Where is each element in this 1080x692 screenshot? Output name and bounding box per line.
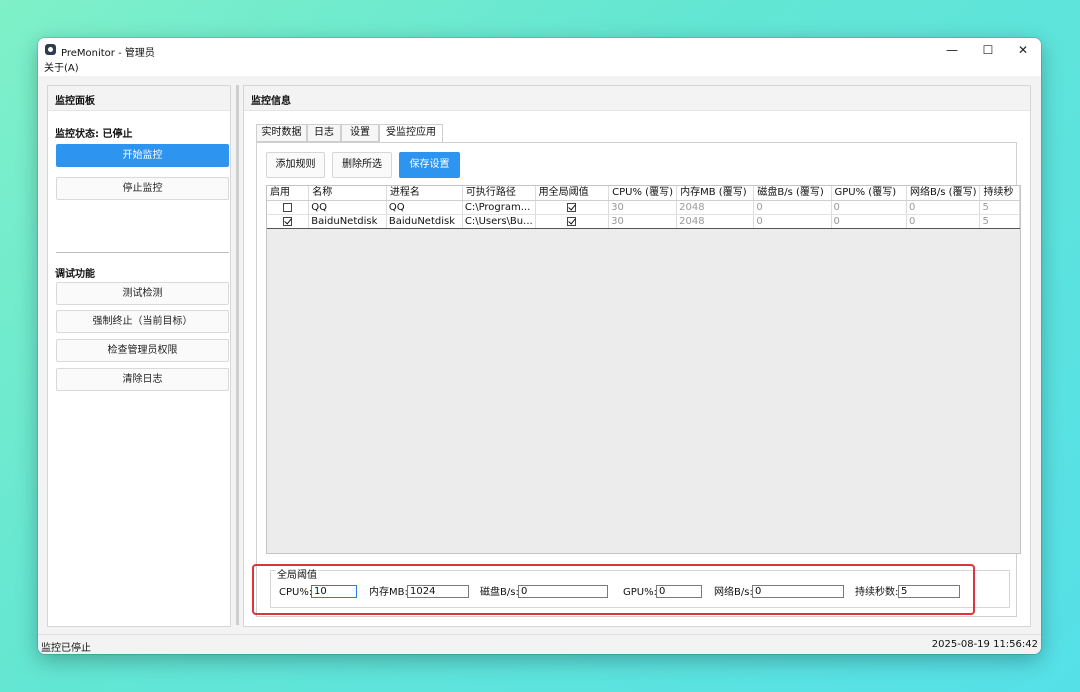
disk-label: 磁盘B/s: xyxy=(480,587,519,598)
minimize-button[interactable]: — xyxy=(935,38,969,62)
info-panel-title: 监控信息 xyxy=(251,96,291,107)
panel-splitter[interactable] xyxy=(236,85,239,625)
tab-log[interactable]: 日志 xyxy=(307,124,341,142)
name-cell[interactable]: BaiduNetdisk xyxy=(308,214,387,229)
global-threshold-group: 全局阈值 CPU%: 10 内存MB: 1024 磁盘B/s: 0 GPU%: … xyxy=(270,566,1010,608)
path-cell[interactable]: C:\Users\Bu... xyxy=(462,214,536,229)
column-header[interactable]: 名称 xyxy=(308,186,387,201)
stop-monitor-button[interactable]: 停止监控 xyxy=(56,177,229,200)
net-override-cell[interactable]: 0 xyxy=(906,200,981,215)
cpu-label: CPU%: xyxy=(279,587,313,598)
process-cell[interactable]: QQ xyxy=(386,200,463,215)
gpu-override-cell[interactable]: 0 xyxy=(831,214,908,229)
dur-override-cell[interactable]: 5 xyxy=(979,200,1020,215)
monitor-panel-header: 监控面板 xyxy=(48,86,230,111)
mem-threshold-input[interactable]: 1024 xyxy=(407,585,469,598)
debug-section-title: 调试功能 xyxy=(55,269,95,280)
cpu-override-cell[interactable]: 30 xyxy=(608,200,678,215)
enabled-cell xyxy=(267,200,310,215)
net-override-cell[interactable]: 0 xyxy=(906,214,981,229)
maximize-button[interactable]: ☐ xyxy=(971,38,1005,62)
mem-label: 内存MB: xyxy=(369,587,408,598)
global-threshold-title: 全局阈值 xyxy=(276,566,318,581)
table-row[interactable]: QQ QQ C:\Program... 30 2048 0 0 0 5 xyxy=(267,200,1020,215)
column-header[interactable]: CPU% (覆写) xyxy=(608,186,678,201)
gpu-label: GPU%: xyxy=(623,587,657,598)
delete-selected-button[interactable]: 删除所选 xyxy=(332,152,392,178)
column-header[interactable]: 用全局阈值 xyxy=(535,186,610,201)
column-header[interactable]: 持续秒 xyxy=(979,186,1020,201)
table-row[interactable]: BaiduNetdisk BaiduNetdisk C:\Users\Bu... 30… xyxy=(267,214,1020,229)
tab-settings[interactable]: 设置 xyxy=(341,124,379,142)
column-header[interactable]: 可执行路径 xyxy=(462,186,536,201)
dur-override-cell[interactable]: 5 xyxy=(979,214,1020,229)
name-cell[interactable]: QQ xyxy=(308,200,387,215)
net-label: 网络B/s: xyxy=(714,587,753,598)
check-admin-button[interactable]: 检查管理员权限 xyxy=(56,339,229,362)
disk-threshold-input[interactable]: 0 xyxy=(518,585,608,598)
use-global-checkbox[interactable] xyxy=(567,216,577,226)
column-header[interactable]: 进程名 xyxy=(386,186,463,201)
mem-override-cell[interactable]: 2048 xyxy=(676,214,755,229)
net-threshold-input[interactable]: 0 xyxy=(752,585,844,598)
test-detect-button[interactable]: 测试检测 xyxy=(56,282,229,305)
tab-realtime[interactable]: 实时数据 xyxy=(256,124,307,142)
rules-table: 启用 名称 进程名 可执行路径 用全局阈值 CPU% (覆写) 内存MB (覆写) 磁盘B/s… xyxy=(266,185,1021,554)
force-kill-button[interactable]: 强制终止（当前目标） xyxy=(56,310,229,333)
menu-bar: 关于(A) xyxy=(38,62,1041,76)
menu-about[interactable]: 关于(A) xyxy=(44,62,79,76)
info-panel-header: 监控信息 xyxy=(244,86,1030,111)
column-header[interactable]: GPU% (覆写) xyxy=(831,186,908,201)
column-header[interactable]: 内存MB (覆写) xyxy=(676,186,755,201)
window-title: PreMonitor - 管理员 xyxy=(61,48,155,59)
column-header[interactable]: 启用 xyxy=(267,186,310,201)
info-panel: 监控信息 实时数据 日志 设置 受监控应用 添加规则 删除所选 保存设置 启用 … xyxy=(243,85,1031,627)
column-header[interactable]: 磁盘B/s (覆写) xyxy=(753,186,832,201)
title-bar: PreMonitor - 管理员 — ☐ ✕ xyxy=(38,38,1041,62)
app-logo-icon xyxy=(45,44,56,55)
cpu-override-cell[interactable]: 30 xyxy=(608,214,678,229)
save-settings-button[interactable]: 保存设置 xyxy=(399,152,460,178)
use-global-cell xyxy=(535,200,610,215)
monitor-status-label: 监控状态: 已停止 xyxy=(55,129,133,140)
clear-log-button[interactable]: 清除日志 xyxy=(56,368,229,391)
column-header[interactable]: 网络B/s (覆写) xyxy=(906,186,981,201)
duration-label: 持续秒数: xyxy=(855,587,899,598)
status-bar: 监控已停止 2025-08-19 11:56:42 xyxy=(38,634,1041,654)
tab-monitored-apps[interactable]: 受监控应用 xyxy=(379,124,443,143)
monitor-panel-title: 监控面板 xyxy=(55,96,95,107)
monitor-panel: 监控面板 监控状态: 已停止 开始监控 停止监控 调试功能 测试检测 强制终止（… xyxy=(47,85,231,627)
cpu-threshold-input[interactable]: 10 xyxy=(311,585,357,598)
table-header: 启用 名称 进程名 可执行路径 用全局阈值 CPU% (覆写) 内存MB (覆写) 磁盘B/s… xyxy=(267,186,1020,201)
app-window: PreMonitor - 管理员 — ☐ ✕ 关于(A) 监控面板 监控状态: … xyxy=(38,38,1041,654)
status-text: 监控已停止 xyxy=(41,643,91,654)
enabled-checkbox[interactable] xyxy=(283,216,293,226)
close-button[interactable]: ✕ xyxy=(1006,38,1040,62)
mem-override-cell[interactable]: 2048 xyxy=(676,200,755,215)
path-cell[interactable]: C:\Program... xyxy=(462,200,536,215)
process-cell[interactable]: BaiduNetdisk xyxy=(386,214,463,229)
rules-grid: 启用 名称 进程名 可执行路径 用全局阈值 CPU% (覆写) 内存MB (覆写) 磁盘B/s… xyxy=(267,186,1020,229)
duration-threshold-input[interactable]: 5 xyxy=(898,585,960,598)
use-global-cell xyxy=(535,214,610,229)
enabled-checkbox[interactable] xyxy=(283,202,293,212)
start-monitor-button[interactable]: 开始监控 xyxy=(56,144,229,167)
gpu-threshold-input[interactable]: 0 xyxy=(656,585,702,598)
monitored-apps-content: 添加规则 删除所选 保存设置 启用 名称 进程名 可执行路径 用全局阈值 CPU% (覆写… xyxy=(256,142,1021,617)
gpu-override-cell[interactable]: 0 xyxy=(831,200,908,215)
enabled-cell xyxy=(267,214,310,229)
add-rule-button[interactable]: 添加规则 xyxy=(266,152,325,178)
use-global-checkbox[interactable] xyxy=(567,202,577,212)
status-timestamp: 2025-08-19 11:56:42 xyxy=(931,639,1038,650)
disk-override-cell[interactable]: 0 xyxy=(753,214,832,229)
disk-override-cell[interactable]: 0 xyxy=(753,200,832,215)
divider xyxy=(56,252,229,253)
